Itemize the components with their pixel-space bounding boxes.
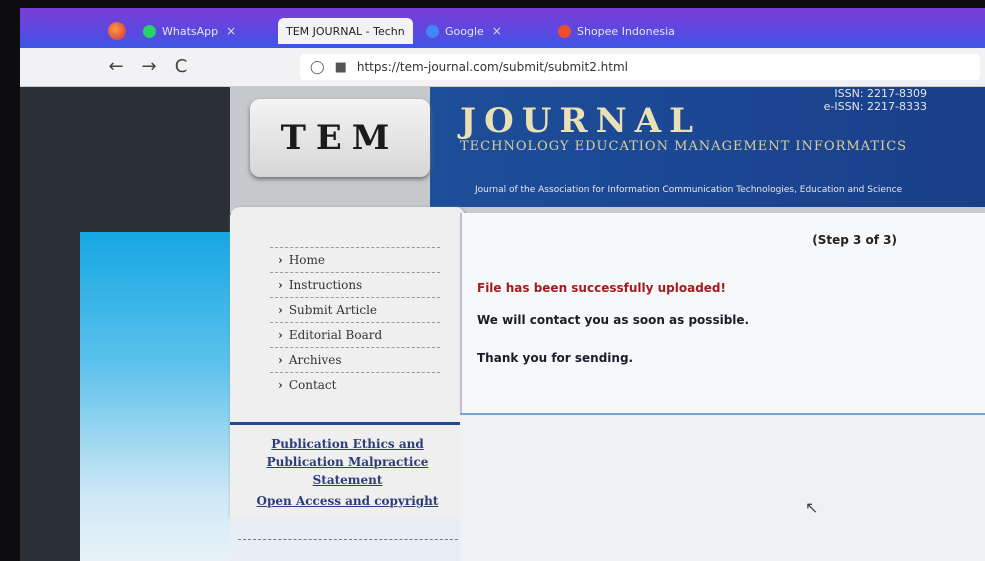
sidebar-item-label: Contact [288,378,337,392]
tab-label: TEM JOURNAL - Techn [286,24,405,38]
close-icon[interactable]: × [226,24,236,38]
thank-you-message: Thank you for sending. [477,351,634,365]
google-icon [426,24,439,38]
journal-subtitle: TECHNOLOGY EDUCATION MANAGEMENT INFORMAT… [460,139,908,154]
sidebar-item-label: Home [288,253,325,267]
mouse-cursor-icon: ↖ [805,498,819,517]
sidebar-menu: › Home › Instructions › Submit Article › Edi… [270,247,440,397]
publication-ethics-link[interactable]: Publication Ethics and Publication Malpr… [230,435,465,489]
step-indicator: (Step 3 of 3) [812,233,897,247]
tem-logo[interactable]: TEM [250,99,430,177]
arrow-icon: › [278,353,283,367]
firefox-icon[interactable] [108,22,126,40]
sidebar-item-editorial-board[interactable]: › Editorial Board [270,322,440,347]
lock-icon[interactable]: ■ [335,60,347,75]
whatsapp-icon [143,24,156,38]
tab-google[interactable]: Google × [418,18,543,44]
arrow-icon: › [278,378,283,392]
sidebar-item-label: Instructions [288,278,363,292]
issn-info: ISSN: 2217-8309 e-ISSN: 2217-8333 [824,87,927,113]
tab-label: WhatsApp [162,24,219,38]
address-bar[interactable]: ◯ ■ https://tem-journal.com/submit/submi… [300,54,980,80]
close-icon[interactable]: × [492,24,502,38]
tab-whatsapp[interactable]: WhatsApp × [135,18,275,44]
browser-tab-bar: WhatsApp × TEM JOURNAL - Techn × Google … [20,8,985,48]
sidebar-item-label: Editorial Board [288,328,383,342]
content-lower-area [460,415,985,561]
sidebar-item-submit-article[interactable]: › Submit Article [270,297,440,322]
back-icon[interactable]: ← [105,56,127,78]
arrow-icon: › [278,278,283,292]
sidebar: › Home › Instructions › Submit Article › Edi… [230,207,465,517]
ethics-line-1: Publication Ethics and [271,437,424,451]
sidebar-item-contact[interactable]: › Contact [270,372,440,397]
reload-icon[interactable]: C [170,56,192,78]
arrow-icon: › [278,328,283,342]
sidebar-item-home[interactable]: › Home [270,247,440,272]
tab-shopee[interactable]: Shopee Indonesia [550,18,690,44]
tab-tem-journal[interactable]: TEM JOURNAL - Techn × [278,18,413,44]
sidebar-item-label: Submit Article [288,303,378,317]
association-text: Journal of the Association for Informati… [475,185,903,195]
shopee-icon [558,24,571,38]
screen: WhatsApp × TEM JOURNAL - Techn × Google … [20,8,985,561]
issn: ISSN: 2217-8309 [834,87,927,100]
open-access-link[interactable]: Open Access and copyright [230,494,465,508]
tab-label: Google [445,24,484,38]
web-page: TEM JOURNAL TECHNOLOGY EDUCATION MANAGEM… [20,87,985,561]
sidebar-divider [230,422,465,425]
sidebar-item-instructions[interactable]: › Instructions [270,272,440,297]
eissn: e-ISSN: 2217-8333 [823,100,927,113]
arrow-icon: › [278,253,283,267]
sidebar-footer [230,517,465,561]
forward-icon[interactable]: → [138,56,160,78]
url-text: https://tem-journal.com/submit/submit2.h… [356,60,628,74]
sidebar-item-archives[interactable]: › Archives [270,347,440,372]
contact-message: We will contact you as soon as possible. [477,313,750,327]
arrow-icon: › [278,303,283,317]
divider [238,539,463,540]
sidebar-item-label: Archives [288,353,342,367]
ethics-line-2: Publication Malpractice Statement [266,455,429,487]
tab-label: Shopee Indonesia [577,24,675,38]
journal-title: JOURNAL [460,101,701,141]
browser-toolbar: ← → C ◯ ■ https://tem-journal.com/submit… [20,48,985,87]
main-content: (Step 3 of 3) File has been successfully… [460,213,985,413]
success-message: File has been successfully uploaded! [477,281,726,295]
shield-icon[interactable]: ◯ [310,60,325,75]
